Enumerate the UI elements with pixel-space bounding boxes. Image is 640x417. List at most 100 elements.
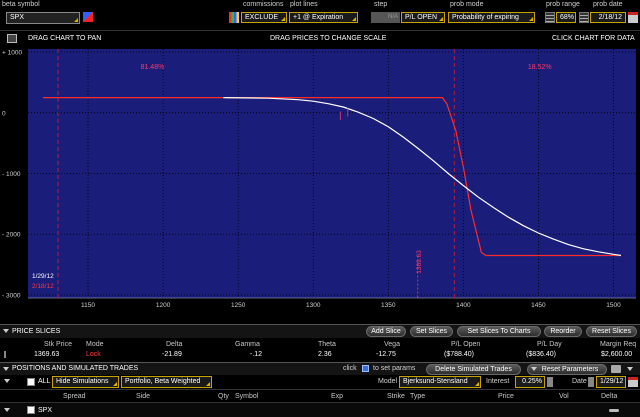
prob-date-grip-icon[interactable]: [579, 12, 589, 23]
reorder-button[interactable]: Reorder: [544, 326, 582, 337]
row-checkbox[interactable]: [27, 406, 35, 414]
collapse-triangle-icon[interactable]: [3, 329, 9, 333]
set-slices-to-charts-button[interactable]: Set Slices To Charts: [457, 326, 541, 337]
price-slices-header: PRICE SLICES Add Slice Set Slices Set Sl…: [0, 324, 640, 338]
symbol-flag-icon[interactable]: [83, 12, 93, 22]
prob-right-label: 18.52%: [528, 64, 552, 71]
delete-simulated-trades-button[interactable]: Delete Simulated Trades: [426, 364, 521, 375]
current-price-label: 1369.63: [416, 250, 423, 274]
set-slices-button[interactable]: Set Slices: [410, 326, 453, 337]
prob-date-label: prob date: [593, 1, 623, 8]
hide-simulations-dropdown[interactable]: Hide Simulations: [52, 376, 119, 388]
step-field[interactable]: N/A: [371, 12, 400, 23]
prob-range-grip-icon[interactable]: [545, 12, 555, 23]
x-tick-label: 1250: [231, 302, 246, 309]
options-chevron-icon[interactable]: [627, 367, 633, 371]
prob-mode-value: Probability of expiring: [452, 14, 519, 21]
date-exp-label: 2/18/12: [32, 283, 54, 290]
risk-profile-chart[interactable]: + 1000 0 - 1000 - 2000 - 3000 1150 1200 1250 13…: [0, 47, 640, 312]
reset-slices-button[interactable]: Reset Slices: [586, 326, 637, 337]
calendar-icon[interactable]: [628, 12, 638, 23]
value-gamma: -.12: [250, 351, 263, 358]
model-dropdown[interactable]: Bjerksund-Stensland: [399, 376, 481, 388]
prob-range-label: prob range: [546, 1, 580, 8]
x-tick-label: 1150: [81, 302, 95, 309]
col-type[interactable]: Type: [410, 393, 425, 400]
col-symbol[interactable]: Symbol: [235, 393, 258, 400]
prob-mode-dropdown[interactable]: Probability of expiring: [448, 12, 535, 23]
date-today-label: 1/29/12: [32, 273, 54, 280]
slice-stepper-icon[interactable]: [4, 351, 9, 358]
price-slices-title: PRICE SLICES: [12, 328, 61, 335]
date-value: 1/29/12: [600, 378, 624, 385]
symbol-value: SPX: [10, 14, 25, 21]
value-vega: -12.75: [376, 351, 396, 358]
row-expand-icon[interactable]: [4, 408, 10, 412]
positions-title: POSITIONS AND SIMULATED TRADES: [12, 365, 139, 372]
x-tick-label: 1500: [606, 302, 621, 309]
x-tick-label: 1450: [531, 302, 546, 309]
symbol-field[interactable]: SPX: [6, 12, 80, 24]
color-grid-icon[interactable]: [229, 12, 239, 23]
header-margin-req: Margin Req: [600, 341, 637, 348]
interest-label: Interest: [486, 378, 510, 385]
all-checkbox[interactable]: [27, 378, 35, 386]
reset-arrow-icon: [531, 367, 537, 371]
col-qty[interactable]: Qty: [218, 393, 229, 400]
col-price[interactable]: Price: [498, 393, 514, 400]
value-theta: 2.36: [318, 351, 332, 358]
date-stepper-icon[interactable]: [588, 377, 594, 387]
beta-symbol-label: beta symbol: [2, 1, 40, 8]
prob-range-field[interactable]: 68%: [556, 12, 576, 23]
x-tick-label: 1300: [306, 302, 321, 309]
chart-settings-icon[interactable]: [7, 34, 17, 43]
all-label: ALL: [38, 378, 51, 385]
add-slice-button[interactable]: Add Slice: [366, 326, 406, 337]
value-pl-open: ($788.40): [444, 351, 474, 358]
print-icon[interactable]: [611, 365, 621, 373]
set-params-icon[interactable]: [362, 365, 369, 372]
click-text: click: [343, 365, 357, 372]
reset-parameters-button[interactable]: Reset Parameters: [527, 364, 607, 375]
x-tick-label: 1350: [381, 302, 396, 309]
y-tick-label: + 1000: [2, 50, 22, 57]
top-bar: beta symbol SPX commissions EXCLUDE plot…: [0, 0, 640, 30]
portfolio-value: Portfolio, Beta Weighted: [125, 378, 201, 385]
calendar-icon[interactable]: [628, 377, 638, 387]
plot-lines-label: plot lines: [290, 1, 318, 8]
plot-lines-dropdown[interactable]: +1 @ Expiration: [289, 12, 358, 23]
interest-stepper-icon[interactable]: [547, 377, 553, 387]
row-wrench-icon[interactable]: [609, 409, 619, 412]
price-slices-table: Stk Price Mode Delta Gamma Theta Vega P/…: [0, 338, 640, 362]
value-mode[interactable]: Lock: [86, 351, 101, 358]
col-spread[interactable]: Spread: [63, 393, 86, 400]
row-symbol: SPX: [38, 407, 53, 414]
col-delta[interactable]: Delta: [601, 393, 617, 400]
date-field[interactable]: 1/29/12: [596, 376, 626, 388]
col-vol[interactable]: Vol: [559, 393, 569, 400]
portfolio-dropdown[interactable]: Portfolio, Beta Weighted: [121, 376, 212, 388]
value-stk-price[interactable]: 1369.63: [34, 351, 59, 358]
prob-mode-label: prob mode: [450, 1, 484, 8]
interest-field[interactable]: 0.25%: [515, 376, 545, 388]
y-tick-label: - 2000: [2, 232, 21, 239]
x-tick-label: 1200: [156, 302, 171, 309]
header-gamma: Gamma: [235, 341, 260, 348]
table-row[interactable]: SPX: [0, 402, 640, 417]
header-stk-price: Stk Price: [44, 341, 73, 348]
col-exp[interactable]: Exp: [331, 393, 343, 400]
drag-pan-text: DRAG CHART TO PAN: [28, 35, 102, 42]
prob-date-field[interactable]: 2/18/12: [590, 12, 626, 23]
collapse-triangle-icon[interactable]: [3, 367, 9, 371]
y-tick-label: - 1000: [2, 171, 21, 178]
pnl-value: P/L OPEN: [405, 14, 438, 21]
col-strike[interactable]: Strike: [387, 393, 405, 400]
commissions-dropdown[interactable]: EXCLUDE: [241, 12, 287, 23]
header-mode: Mode: [86, 341, 104, 348]
col-side[interactable]: Side: [136, 393, 150, 400]
pnl-dropdown[interactable]: P/L OPEN: [401, 12, 445, 23]
prob-date-value: 2/18/12: [598, 14, 622, 21]
positions-controls: ALL Hide Simulations Portfolio, Beta Wei…: [0, 375, 640, 389]
expand-triangle-icon[interactable]: [4, 379, 10, 383]
hide-simulations-value: Hide Simulations: [56, 378, 109, 385]
